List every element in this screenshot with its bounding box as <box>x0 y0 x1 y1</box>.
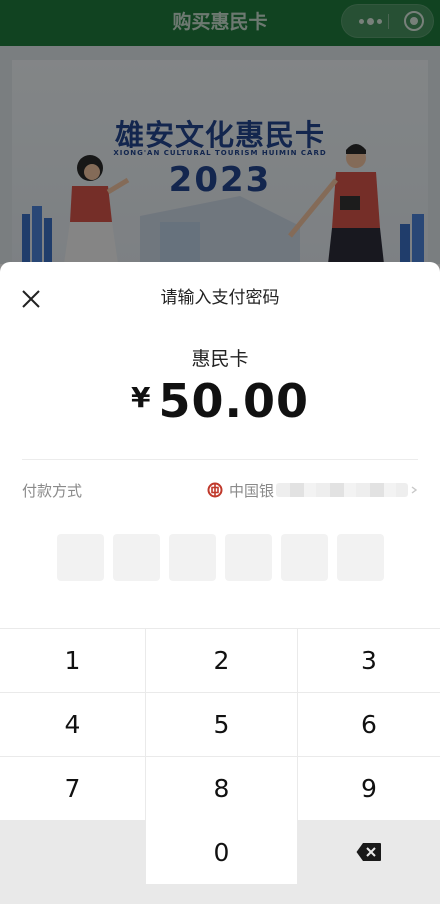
keypad-line <box>0 628 440 629</box>
key-4[interactable]: 4 <box>0 692 145 756</box>
payment-method-selector[interactable]: 中国银 <box>207 478 418 502</box>
payment-method-label: 付款方式 <box>22 482 83 500</box>
keypad-line <box>297 628 298 820</box>
password-digit-box[interactable] <box>57 534 104 581</box>
banner-title: 雄安文化惠民卡 <box>114 118 325 152</box>
key-6[interactable]: 6 <box>298 692 440 756</box>
chevron-right-icon <box>411 486 418 494</box>
banner-subtitle: XIONG'AN CULTURAL TOURISM HUIMIN CARD <box>113 149 327 157</box>
numeric-keypad: 1 2 3 4 5 6 7 8 9 0 <box>0 628 440 904</box>
currency-symbol: ¥ <box>131 381 151 414</box>
close-miniprogram-icon[interactable] <box>404 11 424 31</box>
bank-name: 中国银 <box>228 481 274 500</box>
navbar: 购买惠民卡 <box>0 0 440 46</box>
miniprogram-capsule <box>341 4 434 38</box>
masked-card-number <box>276 483 408 497</box>
password-digit-box[interactable] <box>337 534 384 581</box>
sheet-title: 请输入支付密码 <box>160 288 280 308</box>
key-3[interactable]: 3 <box>298 628 440 692</box>
password-digit-box[interactable] <box>169 534 216 581</box>
key-1[interactable]: 1 <box>0 628 145 692</box>
password-digit-box[interactable] <box>281 534 328 581</box>
payment-sheet: 请输入支付密码 惠民卡 ¥50.00 付款方式 中国银 1 2 3 4 5 6 … <box>0 262 440 904</box>
password-digit-box[interactable] <box>225 534 272 581</box>
key-5[interactable]: 5 <box>146 692 297 756</box>
keypad-line <box>0 692 440 693</box>
payment-amount: ¥50.00 <box>0 374 440 428</box>
capsule-divider <box>387 14 389 29</box>
key-0[interactable]: 0 <box>146 820 297 884</box>
keypad-line <box>0 756 440 757</box>
more-icon[interactable] <box>352 5 388 37</box>
divider <box>22 459 418 460</box>
product-name: 惠民卡 <box>191 348 249 370</box>
password-input[interactable] <box>57 534 385 582</box>
key-9[interactable]: 9 <box>298 756 440 820</box>
keypad-line <box>145 628 146 820</box>
key-7[interactable]: 7 <box>0 756 145 820</box>
bank-logo-icon <box>207 482 223 498</box>
amount-value: 50.00 <box>158 374 309 428</box>
password-digit-box[interactable] <box>113 534 160 581</box>
key-blank <box>0 820 146 904</box>
keypad-bottom-strip <box>146 884 297 904</box>
backspace-icon <box>356 843 381 861</box>
promo-banner: 雄安文化惠民卡 XIONG'AN CULTURAL TOURISM HUIMIN… <box>0 46 440 264</box>
key-8[interactable]: 8 <box>146 756 297 820</box>
page: 购买惠民卡 雄安文化惠民卡 XIONG'AN CULTURAL TOURISM … <box>0 0 440 904</box>
delete-key[interactable] <box>297 820 440 904</box>
banner-year: 2023 <box>168 160 272 200</box>
key-2[interactable]: 2 <box>146 628 297 692</box>
